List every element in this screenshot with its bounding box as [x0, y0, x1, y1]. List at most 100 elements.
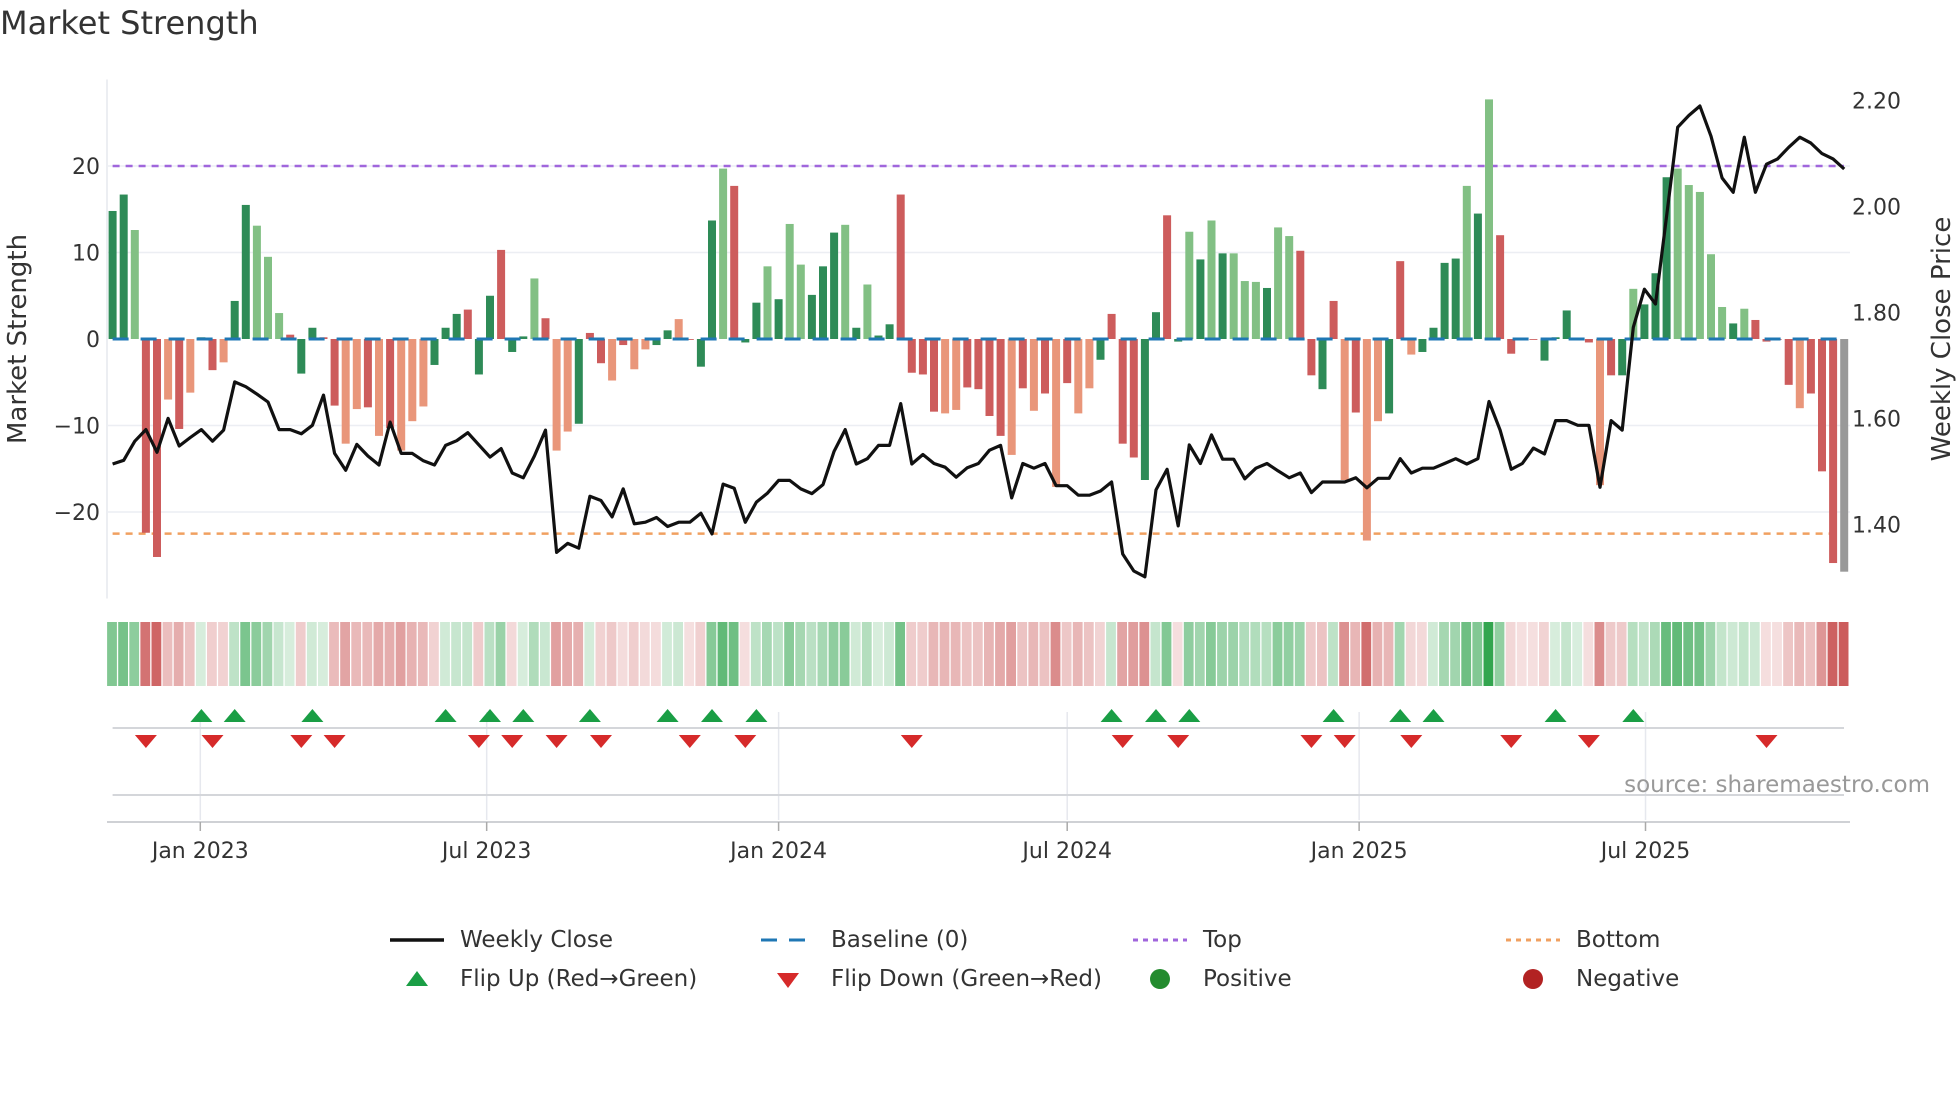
strength-strip-cell — [1805, 622, 1816, 686]
strength-bar — [996, 339, 1005, 436]
strength-bar — [1829, 339, 1838, 564]
strength-strip-cell — [850, 622, 861, 686]
strength-bar — [119, 194, 128, 339]
strength-strip-cell — [1650, 622, 1660, 686]
strength-bar — [552, 339, 561, 451]
strength-strip-cell — [617, 622, 628, 686]
flip-down-marker — [1333, 735, 1356, 748]
strength-strip-cell — [1272, 622, 1283, 686]
strength-bar — [863, 284, 872, 339]
strength-bar — [1540, 339, 1549, 361]
strength-strip-cell — [750, 622, 761, 686]
strength-strip-cell — [340, 622, 350, 686]
dashed-line-icon — [761, 938, 815, 942]
strength-bar — [230, 300, 239, 339]
strength-bar — [1451, 258, 1460, 339]
strength-bar — [1251, 281, 1260, 339]
strength-strip-cell — [1450, 622, 1460, 686]
strength-bar — [1440, 262, 1449, 339]
strength-bar — [430, 339, 439, 365]
strength-bar — [330, 339, 339, 406]
strength-bar — [1229, 253, 1238, 339]
flip-down-marker — [134, 735, 157, 748]
strength-bar — [1074, 339, 1083, 414]
strength-strip-cell — [939, 622, 950, 686]
strength-strip-cell — [628, 622, 639, 686]
strength-bar — [1496, 235, 1505, 339]
strength-strip-cell — [584, 622, 595, 686]
strength-bar — [108, 210, 117, 339]
strength-bar — [1152, 312, 1160, 339]
flip-down-marker — [590, 735, 612, 748]
y-tick-label: −20 — [54, 501, 100, 526]
strength-strip-cell — [1228, 622, 1238, 686]
strength-strip-cell — [540, 622, 550, 686]
strength-strip-cell — [884, 622, 894, 686]
legend-label: Top — [1203, 927, 1242, 953]
strength-strip-cell — [1294, 622, 1305, 686]
strength-bar — [375, 339, 383, 436]
circle-icon — [1150, 969, 1170, 989]
y2-tick-label: 1.40 — [1852, 513, 1901, 538]
strength-bar — [1840, 339, 1849, 572]
strength-strip-cell — [1439, 622, 1449, 686]
strength-bar — [1107, 313, 1116, 339]
strength-strip-cell — [262, 622, 273, 686]
strength-strip-cell — [1283, 622, 1294, 686]
strength-bar — [297, 339, 306, 374]
flip-down-marker — [1400, 735, 1423, 748]
strength-bar — [1695, 191, 1704, 339]
strength-strip-cell — [240, 622, 251, 686]
strength-strip-cell — [1250, 622, 1261, 686]
strength-strip-cell — [162, 622, 173, 686]
y2-tick-label: 1.80 — [1852, 302, 1901, 327]
flip-down-marker — [1500, 735, 1523, 748]
strength-bar — [1274, 227, 1283, 339]
strength-strip-cell — [306, 622, 317, 686]
strength-strip-cell — [295, 622, 306, 686]
strength-bar — [974, 339, 983, 390]
strength-strip-cell — [1317, 622, 1327, 686]
flip-up-marker — [701, 709, 723, 722]
strength-strip-cell — [373, 622, 384, 686]
strength-strip-cell — [895, 622, 905, 686]
strength-strip-cell — [118, 622, 128, 686]
flip-down-marker — [678, 735, 701, 748]
strength-strip-cell — [1405, 622, 1416, 686]
strength-strip-cell — [1261, 622, 1272, 686]
strength-strip-cell — [595, 622, 606, 686]
strength-bar — [252, 225, 261, 339]
strength-bar — [708, 220, 716, 339]
strength-bar — [1396, 261, 1405, 339]
strength-strip-cell — [1428, 622, 1438, 686]
strength-strip-cell — [1394, 622, 1405, 686]
strength-strip-cell — [429, 622, 439, 686]
strength-bar — [907, 339, 916, 373]
legend-positive: Positive — [1131, 964, 1292, 994]
strength-strip-cell — [1483, 622, 1494, 686]
flip-up-marker — [434, 709, 457, 722]
strength-bar — [1196, 259, 1205, 339]
flip-down-marker — [501, 735, 524, 748]
strength-bar — [1607, 339, 1616, 376]
strength-bar — [1340, 339, 1349, 480]
strength-bar — [541, 318, 550, 339]
strength-bar — [463, 309, 472, 339]
strength-bar — [474, 339, 483, 375]
solid-line-icon — [390, 938, 444, 942]
strength-strip-cell — [362, 622, 373, 686]
strength-strip-cell — [329, 622, 339, 686]
strength-strip-cell — [1050, 622, 1061, 686]
strength-strip-cell — [1350, 622, 1361, 686]
strength-strip-cell — [1106, 622, 1116, 686]
y-tick-label: 10 — [72, 242, 100, 267]
strength-bar — [1018, 339, 1027, 389]
strength-strip-cell — [728, 622, 739, 686]
strength-strip-cell — [717, 622, 728, 686]
strength-bar — [1818, 339, 1826, 472]
strength-bar — [1806, 339, 1815, 394]
strength-bar — [1429, 327, 1438, 339]
y2-tick-label: 2.00 — [1852, 196, 1901, 221]
strength-strip-cell — [1139, 622, 1150, 686]
strength-bar — [1007, 339, 1016, 455]
